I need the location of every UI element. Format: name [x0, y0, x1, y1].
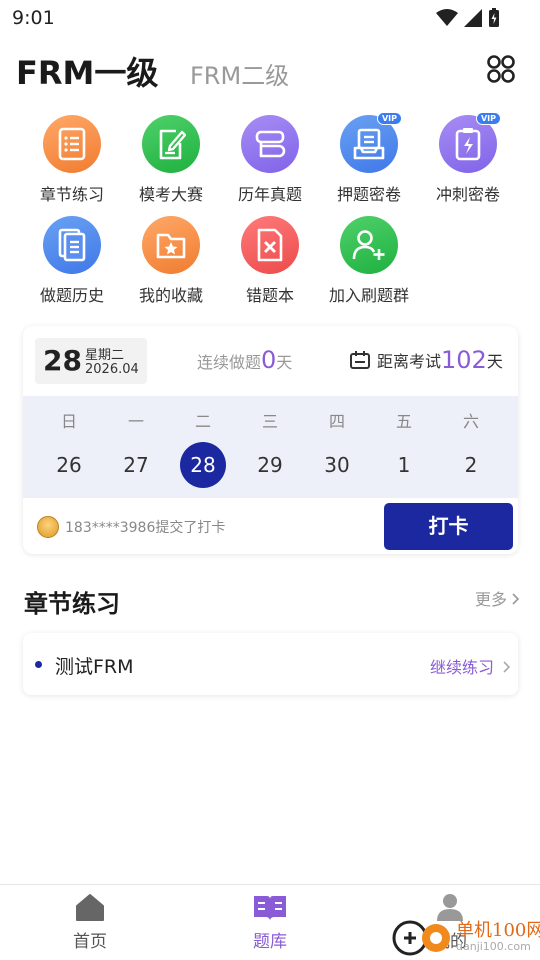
grid-item-past-papers[interactable]: 历年真题 — [220, 115, 320, 205]
feed-text: 183****3986提交了打卡 — [65, 520, 226, 536]
star-folder-icon — [142, 216, 200, 274]
streak-suffix: 天 — [276, 353, 293, 372]
home-icon — [76, 894, 104, 921]
checkin-feed: 183****3986提交了打卡 — [37, 516, 225, 538]
nav-item-home[interactable]: 首页 — [45, 893, 135, 952]
countdown-days: 102 — [441, 346, 487, 374]
watermark-url: danji100.com — [456, 940, 531, 953]
weekday-header: 三 — [261, 412, 278, 431]
grid-item-wrong-questions[interactable]: 错题本 — [220, 216, 320, 306]
countdown-suffix: 天 — [486, 352, 503, 371]
paper-tray-icon: VIP — [340, 112, 402, 173]
status-time: 9:01 — [12, 7, 55, 29]
grid-item-chapter-practice[interactable]: 章节练习 — [22, 115, 122, 205]
chevron-right-icon — [503, 661, 511, 673]
section-title: 章节练习 — [24, 590, 120, 618]
edit-document-icon — [142, 115, 200, 173]
date-year-month: 2026.04 — [85, 362, 139, 377]
weekday-header: 日 — [60, 412, 77, 431]
date-weekday: 星期二 — [85, 348, 125, 363]
more-link[interactable]: 更多 — [475, 586, 520, 610]
grid-item-join-group[interactable]: 加入刷题群 — [319, 216, 419, 306]
avatar — [37, 516, 59, 538]
calendar-day[interactable]: 27 — [113, 442, 159, 488]
countdown-prefix: 距离考试 — [377, 352, 442, 371]
tab-frm-level1[interactable]: FRM一级 — [16, 48, 158, 94]
grid-label: 加入刷题群 — [328, 286, 409, 305]
continue-label: 继续练习 — [430, 658, 495, 677]
nav-item-question-bank[interactable]: 题库 — [225, 893, 315, 952]
calendar-day-selected[interactable]: 28 — [180, 442, 226, 488]
grid-label: 我的收藏 — [138, 286, 203, 305]
weekday-header: 四 — [328, 412, 345, 431]
continue-practice-link[interactable]: 继续练习 — [430, 654, 511, 678]
vip-badge: VIP — [376, 112, 402, 125]
grid-label: 章节练习 — [39, 185, 104, 204]
grid-label: 历年真题 — [237, 185, 302, 204]
chapter-item[interactable]: 测试FRM 继续练习 — [23, 633, 518, 695]
streak-count: 0 — [261, 346, 277, 374]
grid-menu-icon[interactable] — [486, 54, 516, 84]
checkin-button[interactable]: 打卡 — [384, 503, 513, 550]
grid-item-sprint-papers[interactable]: VIP 冲刺密卷 — [418, 112, 518, 205]
wrong-document-icon — [241, 216, 299, 274]
checkin-card: 28 星期二 2026.04 连续做题0天 距离考试 102 天 日 一 二 三 四… — [23, 326, 518, 554]
grid-item-my-favorites[interactable]: 我的收藏 — [121, 216, 221, 306]
bullet-dot — [35, 661, 42, 668]
calendar-icon — [350, 351, 370, 369]
streak-prefix: 连续做题 — [197, 353, 262, 372]
more-label: 更多 — [475, 590, 508, 609]
wifi-icon — [436, 9, 458, 26]
grid-label: 做题历史 — [39, 286, 104, 305]
tab-frm-level2[interactable]: FRM二级 — [190, 56, 289, 91]
date-day: 28 — [43, 344, 82, 377]
grid-label: 押题密卷 — [336, 185, 401, 204]
weekday-header: 一 — [127, 412, 144, 431]
week-calendar: 日 一 二 三 四 五 六 26 27 28 29 30 1 2 — [23, 396, 518, 498]
header: FRM一级 FRM二级 — [0, 44, 540, 94]
calendar-day[interactable]: 26 — [46, 442, 92, 488]
streak-counter: 连续做题0天 — [197, 346, 292, 374]
status-bar: 9:01 — [0, 0, 540, 36]
nav-label: 首页 — [73, 932, 107, 952]
battery-icon — [489, 8, 499, 27]
list-document-icon — [43, 115, 101, 173]
watermark-logo-icon — [392, 920, 450, 956]
grid-label: 错题本 — [245, 286, 294, 305]
calendar-day[interactable]: 1 — [381, 442, 427, 488]
signal-icon — [464, 9, 482, 27]
date-box: 28 星期二 2026.04 — [35, 338, 147, 384]
chapter-name: 测试FRM — [55, 656, 134, 678]
stack-icon — [241, 115, 299, 173]
exam-countdown: 距离考试 102 天 — [349, 346, 503, 374]
weekday-header: 二 — [194, 412, 211, 431]
watermark-text: 单机100网 — [456, 920, 540, 941]
status-icons — [436, 8, 500, 28]
calendar-day[interactable]: 29 — [247, 442, 293, 488]
vip-badge: VIP — [475, 112, 501, 125]
history-document-icon — [43, 216, 101, 274]
chevron-right-icon — [512, 593, 520, 605]
book-icon — [254, 896, 286, 920]
grid-item-practice-history[interactable]: 做题历史 — [22, 216, 122, 306]
calendar-day[interactable]: 2 — [448, 442, 494, 488]
grid-item-mock-contest[interactable]: 模考大赛 — [121, 115, 221, 205]
calendar-day[interactable]: 30 — [314, 442, 360, 488]
nav-label: 题库 — [253, 932, 287, 952]
weekday-header: 六 — [462, 412, 479, 431]
weekday-header: 五 — [395, 412, 412, 431]
grid-label: 模考大赛 — [138, 185, 203, 204]
grid-item-predicted-papers[interactable]: VIP 押题密卷 — [319, 112, 419, 205]
add-user-icon — [340, 216, 398, 274]
grid-label: 冲刺密卷 — [435, 185, 500, 204]
lightning-clipboard-icon: VIP — [439, 112, 501, 173]
watermark: 单机100网 danji100.com — [390, 912, 540, 960]
